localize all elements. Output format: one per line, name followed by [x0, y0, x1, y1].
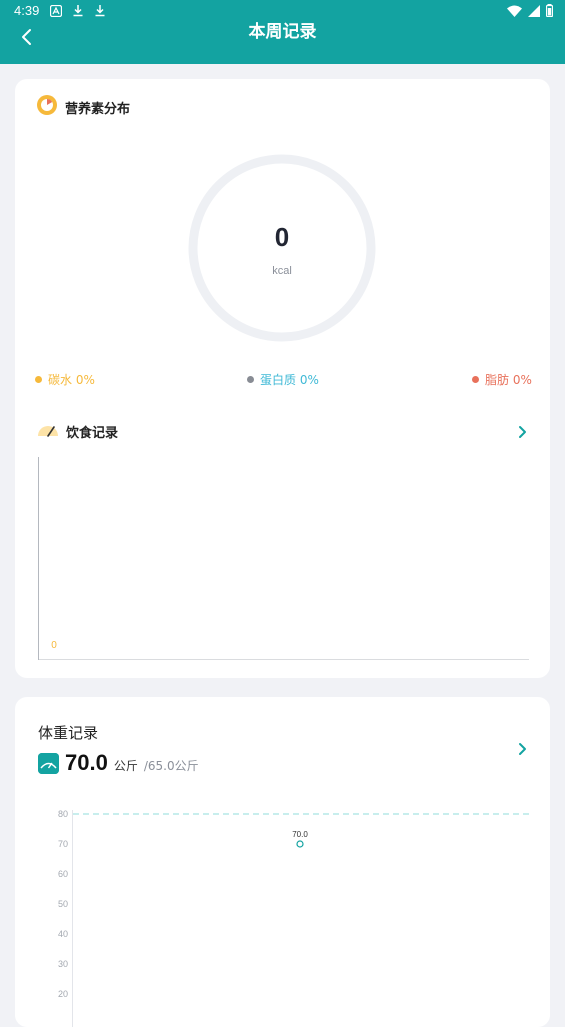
weight-y-tick-label: 80 [58, 809, 68, 819]
weight-summary: 70.0 公斤 /65.0公斤 [38, 750, 199, 776]
weight-y-tick-label: 20 [58, 989, 68, 999]
fat-dot [472, 376, 479, 383]
calorie-ring: 0 kcal [188, 154, 376, 342]
page-title: 本周记录 [248, 22, 317, 42]
weight-point [296, 840, 304, 848]
status-bar: 4:39 [0, 0, 565, 22]
gauge-icon [37, 422, 59, 441]
calorie-unit: kcal [272, 265, 292, 277]
download-icon [94, 2, 106, 21]
fat-label: 脂肪 0% [485, 373, 532, 387]
status-icons-left [49, 2, 106, 21]
weight-more-button[interactable] [516, 741, 530, 757]
download-icon [72, 2, 84, 21]
battery-icon [545, 2, 554, 21]
diet-bar-value-label: 0 [51, 640, 57, 651]
weight-chart: 80 70 60 50 40 30 20 70.0 [58, 809, 530, 1027]
weight-card: 体重记录 70.0 公斤 /65.0公斤 80 70 60 50 40 30 20 70.0 [15, 697, 550, 1027]
wifi-icon [507, 2, 522, 21]
scale-icon [38, 752, 59, 774]
nutrition-header: 营养素分布 [36, 94, 130, 120]
weight-y-tick-label: 60 [58, 869, 68, 879]
status-time: 4:39 [14, 3, 40, 18]
chevron-right-icon [519, 426, 526, 438]
weight-target: /65.0公斤 [143, 759, 199, 773]
diet-more-button[interactable] [516, 424, 530, 440]
app-header: 本周记录 [0, 22, 565, 64]
weight-y-tick-label: 30 [58, 959, 68, 969]
notification-a-icon [49, 2, 63, 21]
protein-label: 蛋白质 0% [260, 373, 319, 387]
calorie-value: 0 [274, 222, 290, 252]
legend-fat: 脂肪 0% [472, 371, 532, 388]
weight-y-tick-label: 40 [58, 929, 68, 939]
carbs-dot [35, 376, 42, 383]
weight-y-tick-label: 50 [58, 899, 68, 909]
diet-header[interactable]: 饮食记录 [37, 422, 118, 441]
weight-title: 体重记录 [38, 724, 99, 742]
carbs-label: 碳水 0% [48, 373, 95, 387]
status-icons-right [507, 2, 554, 21]
legend-protein: 蛋白质 0% [247, 371, 319, 388]
weight-unit: 公斤 [113, 759, 138, 773]
pie-chart-icon [36, 94, 58, 120]
nutrition-title: 营养素分布 [65, 101, 131, 117]
weight-y-tick-label: 70 [58, 839, 68, 849]
diet-chart: 05 [38, 457, 529, 660]
weight-point-label: 70.0 [292, 830, 308, 839]
diet-title: 饮食记录 [66, 426, 119, 441]
chevron-right-icon [519, 743, 526, 755]
nutrition-card: 营养素分布 0 kcal 碳水 0% 蛋白质 0% 脂肪 0% 饮食记录 05 [15, 79, 550, 678]
signal-icon [528, 2, 540, 21]
weight-current: 70.0 [65, 750, 108, 775]
protein-dot [247, 376, 254, 383]
legend-carbs: 碳水 0% [35, 371, 95, 388]
